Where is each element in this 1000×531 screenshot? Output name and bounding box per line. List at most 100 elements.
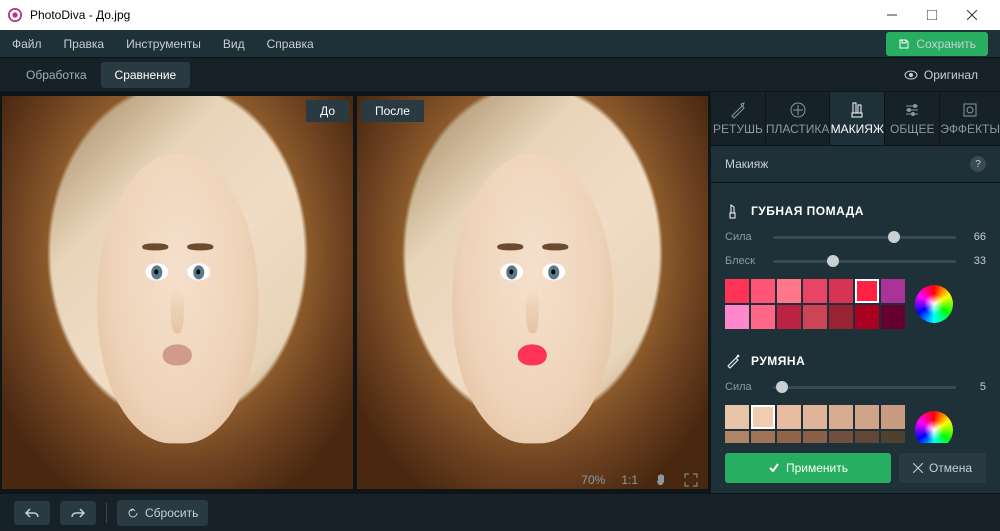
zoom-value[interactable]: 70% <box>581 473 605 487</box>
blush-swatch[interactable] <box>855 431 879 443</box>
window-title: PhotoDiva - До.jpg <box>30 8 872 22</box>
blush-swatch[interactable] <box>881 431 905 443</box>
lipstick-swatch[interactable] <box>751 305 775 329</box>
blush-swatch[interactable] <box>829 431 853 443</box>
apply-button[interactable]: Применить <box>725 453 891 483</box>
section-lipstick: ГУБНАЯ ПОМАДА Сила 66 Блеск 33 <box>711 191 1000 341</box>
panel-title-row: Макияж ? <box>711 146 1000 183</box>
blush-swatch[interactable] <box>803 405 827 429</box>
blush-swatch[interactable] <box>803 431 827 443</box>
blush-swatch[interactable] <box>725 431 749 443</box>
menu-edit[interactable]: Правка <box>64 37 105 51</box>
menubar: Файл Правка Инструменты Вид Справка Сохр… <box>0 30 1000 58</box>
maximize-button[interactable] <box>912 0 952 30</box>
hand-tool-icon[interactable] <box>654 473 668 487</box>
lipstick-swatch[interactable] <box>803 305 827 329</box>
lipstick-swatch[interactable] <box>855 305 879 329</box>
close-button[interactable] <box>952 0 992 30</box>
lipstick-swatch[interactable] <box>829 279 853 303</box>
lipstick-swatch[interactable] <box>777 279 801 303</box>
blush-strength-slider[interactable] <box>773 386 956 389</box>
section-lipstick-head[interactable]: ГУБНАЯ ПОМАДА <box>725 197 986 225</box>
undo-icon <box>24 507 40 519</box>
sidebar: РЕТУШЬ ПЛАСТИКА МАКИЯЖ ОБЩЕЕ ЭФФЕКТЫ Мак… <box>710 92 1000 493</box>
tab-processing[interactable]: Обработка <box>12 62 101 88</box>
section-blush: РУМЯНА Сила 5 Форма <box>711 341 1000 443</box>
before-pane: До <box>2 96 353 489</box>
check-icon <box>768 462 780 474</box>
zoom-ratio[interactable]: 1:1 <box>621 473 638 487</box>
x-icon <box>913 463 923 473</box>
menu-help[interactable]: Справка <box>267 37 314 51</box>
menu-tools[interactable]: Инструменты <box>126 37 201 51</box>
toolbar: Обработка Сравнение Оригинал <box>0 58 1000 92</box>
retouch-icon <box>729 101 747 119</box>
reset-icon <box>127 507 139 519</box>
lipstick-gloss-label: Блеск <box>725 255 763 267</box>
minimize-button[interactable] <box>872 0 912 30</box>
blush-strength-label: Сила <box>725 381 763 393</box>
blush-swatch[interactable] <box>725 405 749 429</box>
app-logo-icon <box>8 8 22 22</box>
redo-button[interactable] <box>60 501 96 525</box>
blush-swatch[interactable] <box>855 405 879 429</box>
menu-file[interactable]: Файл <box>12 37 42 51</box>
lipstick-swatch[interactable] <box>725 305 749 329</box>
blush-swatch[interactable] <box>829 405 853 429</box>
sidebar-tabs: РЕТУШЬ ПЛАСТИКА МАКИЯЖ ОБЩЕЕ ЭФФЕКТЫ <box>711 92 1000 146</box>
lipstick-swatch[interactable] <box>777 305 801 329</box>
eye-icon <box>904 68 918 82</box>
canvas-footer: 70% 1:1 <box>581 473 698 487</box>
sidetab-makeup[interactable]: МАКИЯЖ <box>830 92 885 145</box>
sliders-icon <box>903 101 921 119</box>
blush-color-wheel[interactable] <box>915 411 953 443</box>
sidetab-plastic[interactable]: ПЛАСТИКА <box>766 92 830 145</box>
cancel-button[interactable]: Отмена <box>899 453 986 483</box>
blush-swatch[interactable] <box>881 405 905 429</box>
effects-icon <box>961 101 979 119</box>
lipstick-gloss-slider[interactable] <box>773 260 956 263</box>
lipstick-swatch[interactable] <box>803 279 827 303</box>
lipstick-strength-value: 66 <box>966 231 986 243</box>
fullscreen-icon[interactable] <box>684 473 698 487</box>
panel-title: Макияж <box>725 157 768 171</box>
canvas-area: До После 70% 1:1 <box>0 92 710 493</box>
lipstick-icon <box>725 203 741 219</box>
save-button[interactable]: Сохранить <box>886 32 988 56</box>
lipstick-strength-label: Сила <box>725 231 763 243</box>
before-label: До <box>306 100 349 122</box>
lipstick-swatch[interactable] <box>725 279 749 303</box>
sidetab-general[interactable]: ОБЩЕЕ <box>885 92 940 145</box>
makeup-icon <box>848 101 866 119</box>
help-icon[interactable]: ? <box>970 156 986 172</box>
sidetab-retouch[interactable]: РЕТУШЬ <box>711 92 766 145</box>
blush-swatches <box>725 405 905 443</box>
lipstick-strength-slider[interactable] <box>773 236 956 239</box>
lipstick-color-wheel[interactable] <box>915 285 953 323</box>
blush-icon <box>725 353 741 369</box>
lipstick-swatch[interactable] <box>881 279 905 303</box>
lipstick-swatches <box>725 279 905 329</box>
blush-swatch[interactable] <box>777 431 801 443</box>
menu-view[interactable]: Вид <box>223 37 245 51</box>
panel-body: ГУБНАЯ ПОМАДА Сила 66 Блеск 33 <box>711 183 1000 443</box>
blush-swatch[interactable] <box>751 405 775 429</box>
lipstick-gloss-value: 33 <box>966 255 986 267</box>
blush-swatch[interactable] <box>751 431 775 443</box>
lipstick-swatch[interactable] <box>751 279 775 303</box>
lipstick-swatch[interactable] <box>881 305 905 329</box>
tab-compare[interactable]: Сравнение <box>101 62 191 88</box>
undo-button[interactable] <box>14 501 50 525</box>
save-icon <box>898 38 910 50</box>
sidetab-effects[interactable]: ЭФФЕКТЫ <box>940 92 1000 145</box>
blush-swatch[interactable] <box>777 405 801 429</box>
after-label: После <box>361 100 424 122</box>
original-toggle[interactable]: Оригинал <box>894 64 988 86</box>
action-row: Применить Отмена <box>711 443 1000 493</box>
lipstick-swatch[interactable] <box>829 305 853 329</box>
blush-strength-value: 5 <box>966 381 986 393</box>
section-blush-head[interactable]: РУМЯНА <box>725 347 986 375</box>
footer-reset-button[interactable]: Сбросить <box>117 500 208 526</box>
lipstick-swatch[interactable] <box>855 279 879 303</box>
footer: Сбросить <box>0 493 1000 531</box>
